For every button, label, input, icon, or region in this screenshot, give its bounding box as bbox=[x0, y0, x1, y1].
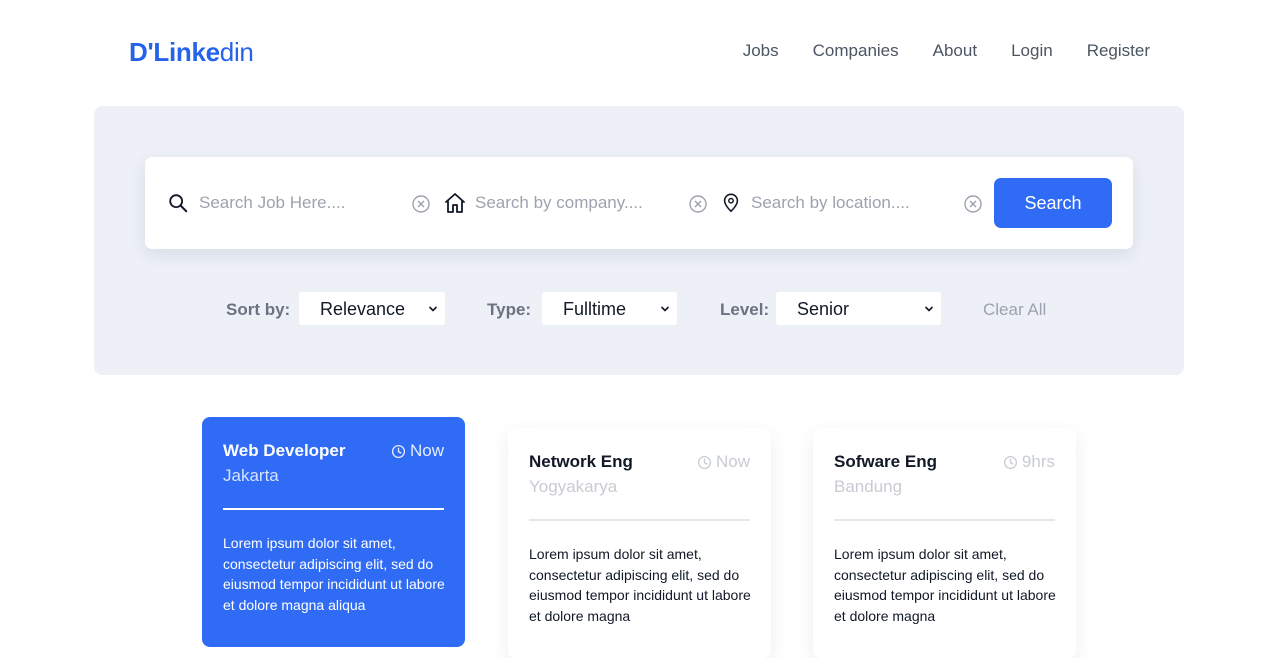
job-search-field bbox=[145, 157, 430, 249]
nav-about[interactable]: About bbox=[933, 41, 977, 61]
chevron-down-icon bbox=[924, 306, 934, 312]
level-label: Level: bbox=[720, 300, 770, 319]
job-time: 9hrs bbox=[1003, 452, 1055, 472]
search-panel: Search Sort by: Relevance Type: Fulltime… bbox=[94, 106, 1184, 375]
sort-value: Relevance bbox=[320, 299, 406, 319]
logo-bold-text: D'Linke bbox=[129, 37, 220, 67]
location-search-field bbox=[719, 157, 989, 249]
level-value: Senior bbox=[797, 299, 850, 319]
job-time-text: Now bbox=[715, 452, 750, 471]
job-description: Lorem ipsum dolor sit amet, consectetur … bbox=[529, 546, 751, 625]
type-select[interactable]: Fulltime bbox=[542, 292, 677, 325]
company-search-input[interactable] bbox=[475, 189, 675, 217]
search-icon bbox=[169, 194, 188, 213]
clear-location-icon[interactable] bbox=[963, 194, 983, 214]
sort-select[interactable]: Relevance bbox=[299, 292, 445, 325]
clear-all-link[interactable]: Clear All bbox=[983, 300, 1046, 320]
clock-icon bbox=[1003, 455, 1017, 469]
chevron-down-icon bbox=[428, 306, 438, 312]
clear-company-icon[interactable] bbox=[688, 194, 708, 214]
company-search-field bbox=[441, 157, 721, 249]
chevron-down-icon bbox=[660, 306, 670, 312]
nav-login[interactable]: Login bbox=[1011, 41, 1053, 61]
level-select[interactable]: Senior bbox=[776, 292, 941, 325]
job-location: Jakarta bbox=[223, 466, 279, 485]
filter-bar: Sort by: Relevance Type: Fulltime Level:… bbox=[94, 292, 1184, 326]
job-search-input[interactable] bbox=[199, 189, 399, 217]
nav-jobs[interactable]: Jobs bbox=[743, 41, 779, 61]
job-location: Bandung bbox=[834, 477, 903, 496]
clock-icon bbox=[697, 455, 712, 469]
map-pin-icon bbox=[723, 193, 739, 213]
clear-job-icon[interactable] bbox=[411, 194, 431, 214]
job-description: Lorem ipsum dolor sit amet, consectetur … bbox=[223, 535, 445, 614]
nav-companies[interactable]: Companies bbox=[813, 41, 899, 61]
job-time-text: 9hrs bbox=[1021, 452, 1055, 471]
home-icon bbox=[445, 193, 465, 213]
type-value: Fulltime bbox=[563, 299, 627, 319]
job-title: Web Developer bbox=[223, 441, 346, 460]
logo[interactable]: D'Linkedin bbox=[129, 37, 254, 68]
job-card[interactable]: Web Developer Now Jakarta Lorem ipsum do… bbox=[202, 417, 465, 647]
logo-light-text: din bbox=[219, 37, 254, 67]
job-description: Lorem ipsum dolor sit amet, consectetur … bbox=[834, 546, 1056, 625]
card-divider bbox=[529, 519, 750, 521]
job-card[interactable]: Sofware Eng 9hrs Bandung Lorem ipsum dol… bbox=[813, 428, 1076, 658]
nav-register[interactable]: Register bbox=[1087, 41, 1150, 61]
job-time-text: Now bbox=[409, 441, 444, 460]
main-nav: Jobs Companies About Login Register bbox=[743, 41, 1150, 61]
search-bar: Search bbox=[145, 157, 1133, 249]
job-title: Network Eng bbox=[529, 452, 633, 471]
job-card[interactable]: Network Eng Now Yogyakarya Lorem ipsum d… bbox=[508, 428, 771, 658]
job-location: Yogyakarya bbox=[529, 477, 618, 496]
job-time: Now bbox=[697, 452, 750, 472]
card-divider bbox=[223, 508, 444, 510]
search-button[interactable]: Search bbox=[994, 178, 1112, 228]
clock-icon bbox=[391, 444, 406, 458]
job-time: Now bbox=[391, 441, 444, 461]
sort-label: Sort by: bbox=[226, 300, 291, 319]
type-label: Type: bbox=[487, 300, 532, 319]
card-divider bbox=[834, 519, 1055, 521]
location-search-input[interactable] bbox=[751, 189, 951, 217]
site-header: D'Linkedin Jobs Companies About Login Re… bbox=[0, 0, 1280, 106]
job-title: Sofware Eng bbox=[834, 452, 937, 471]
